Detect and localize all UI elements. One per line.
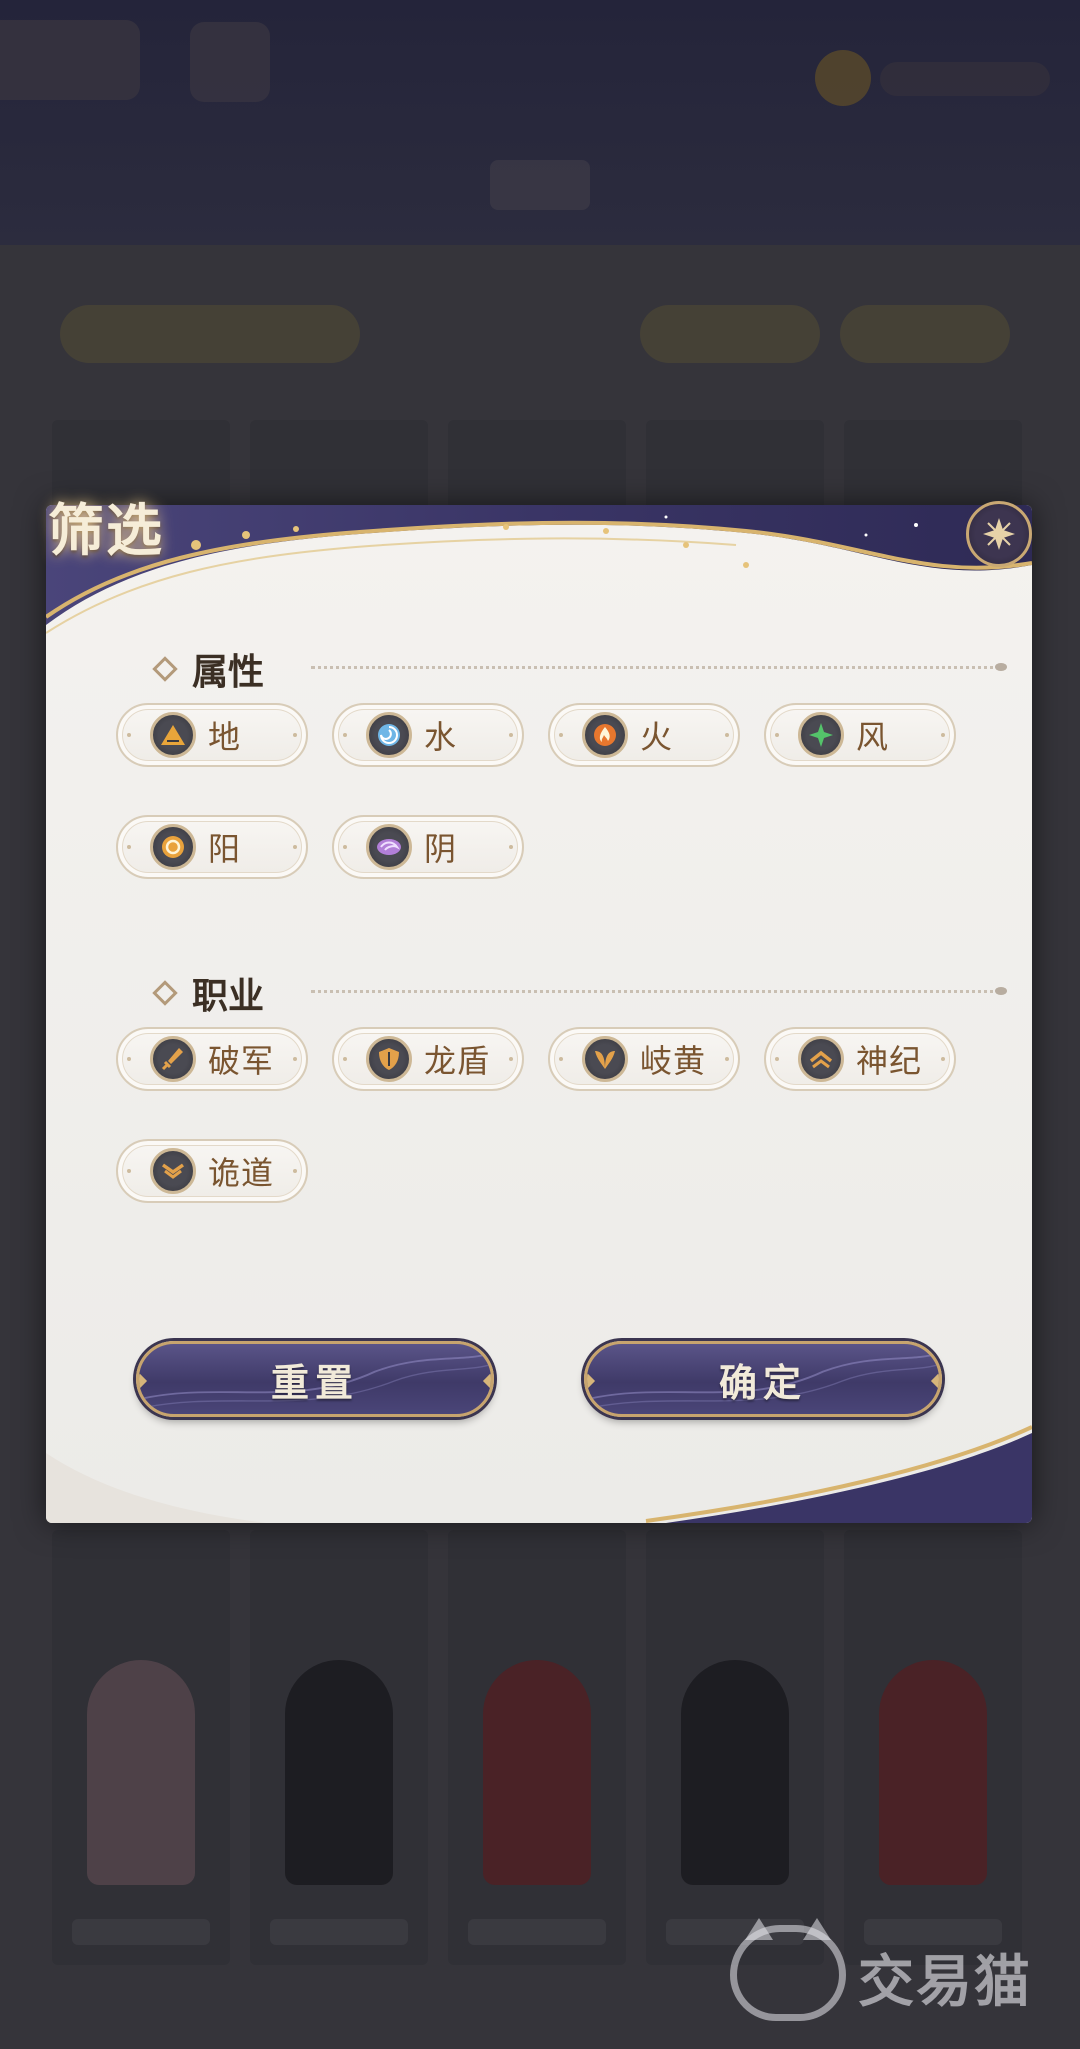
background-filter-pill: [640, 305, 820, 363]
sun-icon: [150, 824, 196, 870]
filter-dialog: 属性 职业 地 水 火 风阳 阴破军 龙盾 岐黄 神纪诡道 重置 确定: [46, 505, 1032, 1523]
chip-ornament: [559, 1057, 563, 1061]
dialog-footer-decoration: [46, 1425, 1032, 1523]
earth-icon: [150, 712, 196, 758]
filter-chip-label: 阴: [424, 830, 458, 868]
filter-chip-label: 阳: [208, 830, 242, 868]
background-character-card: [844, 1530, 1022, 1965]
filter-chip-label: 破军: [208, 1042, 275, 1080]
chevron-down-double-icon: [150, 1148, 196, 1194]
background-home-button: [190, 22, 270, 102]
chip-ornament: [127, 1169, 131, 1173]
diamond-icon: [152, 656, 178, 682]
chip-ornament: [941, 733, 945, 737]
chip-ornament: [293, 1057, 297, 1061]
chip-ornament: [509, 845, 513, 849]
filter-chip-label: 神纪: [856, 1042, 923, 1080]
wind-icon: [798, 712, 844, 758]
filter-chip-label: 岐黄: [640, 1042, 707, 1080]
background-page-title: [490, 160, 590, 210]
close-button[interactable]: [966, 501, 1032, 567]
chip-ornament: [941, 1057, 945, 1061]
background-character-card: [250, 1530, 428, 1965]
section-title-class: 职业: [152, 967, 265, 1019]
filter-chip-class[interactable]: 岐黄: [548, 1027, 740, 1091]
chip-ornament: [293, 733, 297, 737]
chip-ornament: [293, 845, 297, 849]
chip-ornament: [343, 1057, 347, 1061]
background-currency-bar: [880, 62, 1050, 96]
fire-icon: [582, 712, 628, 758]
moon-icon: [366, 824, 412, 870]
chip-ornament: [559, 733, 563, 737]
cat-logo-icon: [730, 1918, 846, 2021]
healer-icon: [582, 1036, 628, 1082]
dialog-header-decoration: [46, 505, 1032, 634]
reset-button[interactable]: 重置: [136, 1341, 494, 1417]
chip-ornament: [509, 1057, 513, 1061]
filter-chip-attribute[interactable]: 阴: [332, 815, 524, 879]
background-back-button: [0, 20, 140, 100]
chip-ornament: [775, 1057, 779, 1061]
filter-chip-class[interactable]: 神纪: [764, 1027, 956, 1091]
filter-chip-label: 龙盾: [424, 1042, 491, 1080]
background-sort-pill: [60, 305, 360, 363]
filter-chip-label: 水: [424, 718, 458, 756]
chip-ornament: [127, 733, 131, 737]
chip-ornament: [343, 845, 347, 849]
chip-ornament: [343, 733, 347, 737]
filter-chip-label: 火: [640, 718, 674, 756]
shield-icon: [366, 1036, 412, 1082]
background-character-card: [646, 1530, 824, 1965]
chip-ornament: [725, 733, 729, 737]
chip-ornament: [127, 845, 131, 849]
section-divider: [311, 987, 1007, 995]
background-character-card: [448, 1530, 626, 1965]
chip-ornament: [127, 1057, 131, 1061]
background-top-bar: [0, 0, 1080, 250]
filter-chip-label: 风: [856, 718, 890, 756]
filter-chip-attribute[interactable]: 风: [764, 703, 956, 767]
chip-ornament: [775, 733, 779, 737]
chip-ornament: [509, 733, 513, 737]
section-title-label: 属性: [192, 651, 265, 693]
filter-chip-label: 诡道: [208, 1154, 275, 1192]
filter-chip-class[interactable]: 诡道: [116, 1139, 308, 1203]
background-currency-icon: [815, 50, 871, 106]
close-icon: [983, 518, 1015, 550]
filter-chip-class[interactable]: 破军: [116, 1027, 308, 1091]
background-character-card: [52, 1530, 230, 1965]
diamond-icon: [152, 980, 178, 1006]
watermark-text: 交易猫: [858, 1950, 1032, 2015]
sword-icon: [150, 1036, 196, 1082]
filter-chip-attribute[interactable]: 火: [548, 703, 740, 767]
watermark: 交易猫: [730, 1918, 1060, 2035]
dialog-title: 筛选: [48, 498, 164, 564]
filter-chip-attribute[interactable]: 地: [116, 703, 308, 767]
filter-chip-label: 地: [208, 718, 242, 756]
confirm-button-label: 确定: [718, 1359, 807, 1405]
section-title-attribute: 属性: [152, 643, 265, 695]
filter-chip-attribute[interactable]: 阳: [116, 815, 308, 879]
background-filter-pill-2: [840, 305, 1010, 363]
water-icon: [366, 712, 412, 758]
section-divider: [311, 663, 1007, 671]
filter-chip-class[interactable]: 龙盾: [332, 1027, 524, 1091]
section-title-label: 职业: [192, 975, 265, 1017]
chip-ornament: [725, 1057, 729, 1061]
chip-ornament: [293, 1169, 297, 1173]
chevron-up-icon: [798, 1036, 844, 1082]
filter-chip-attribute[interactable]: 水: [332, 703, 524, 767]
reset-button-label: 重置: [270, 1359, 359, 1405]
confirm-button[interactable]: 确定: [584, 1341, 942, 1417]
